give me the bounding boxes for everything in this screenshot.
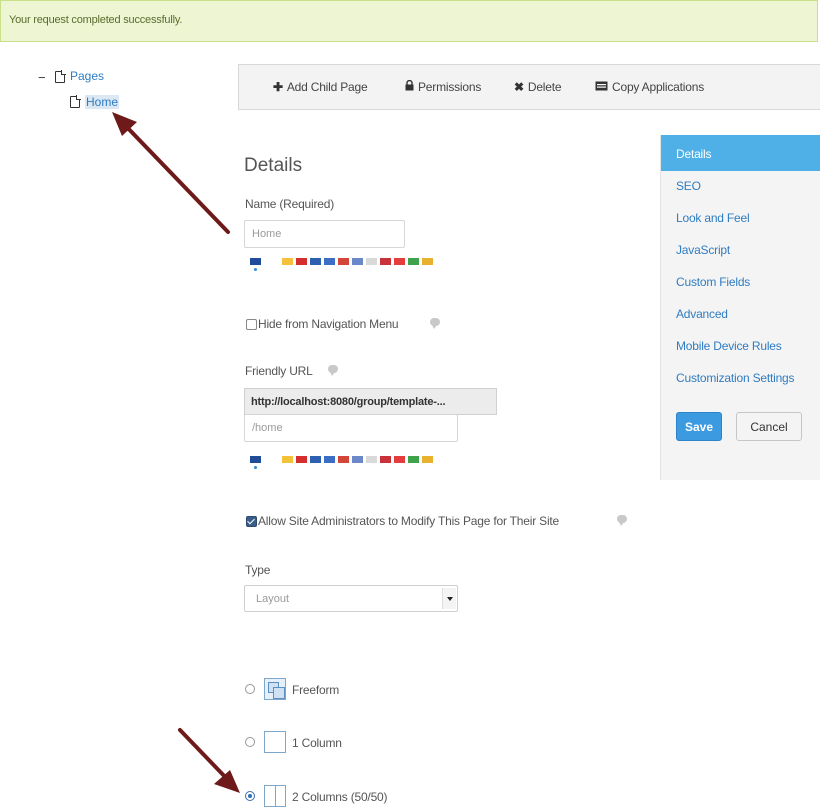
annotation-arrows <box>112 112 240 793</box>
annotation-arrow-two-columns <box>178 728 240 793</box>
annotation-arrow-home <box>112 112 230 234</box>
